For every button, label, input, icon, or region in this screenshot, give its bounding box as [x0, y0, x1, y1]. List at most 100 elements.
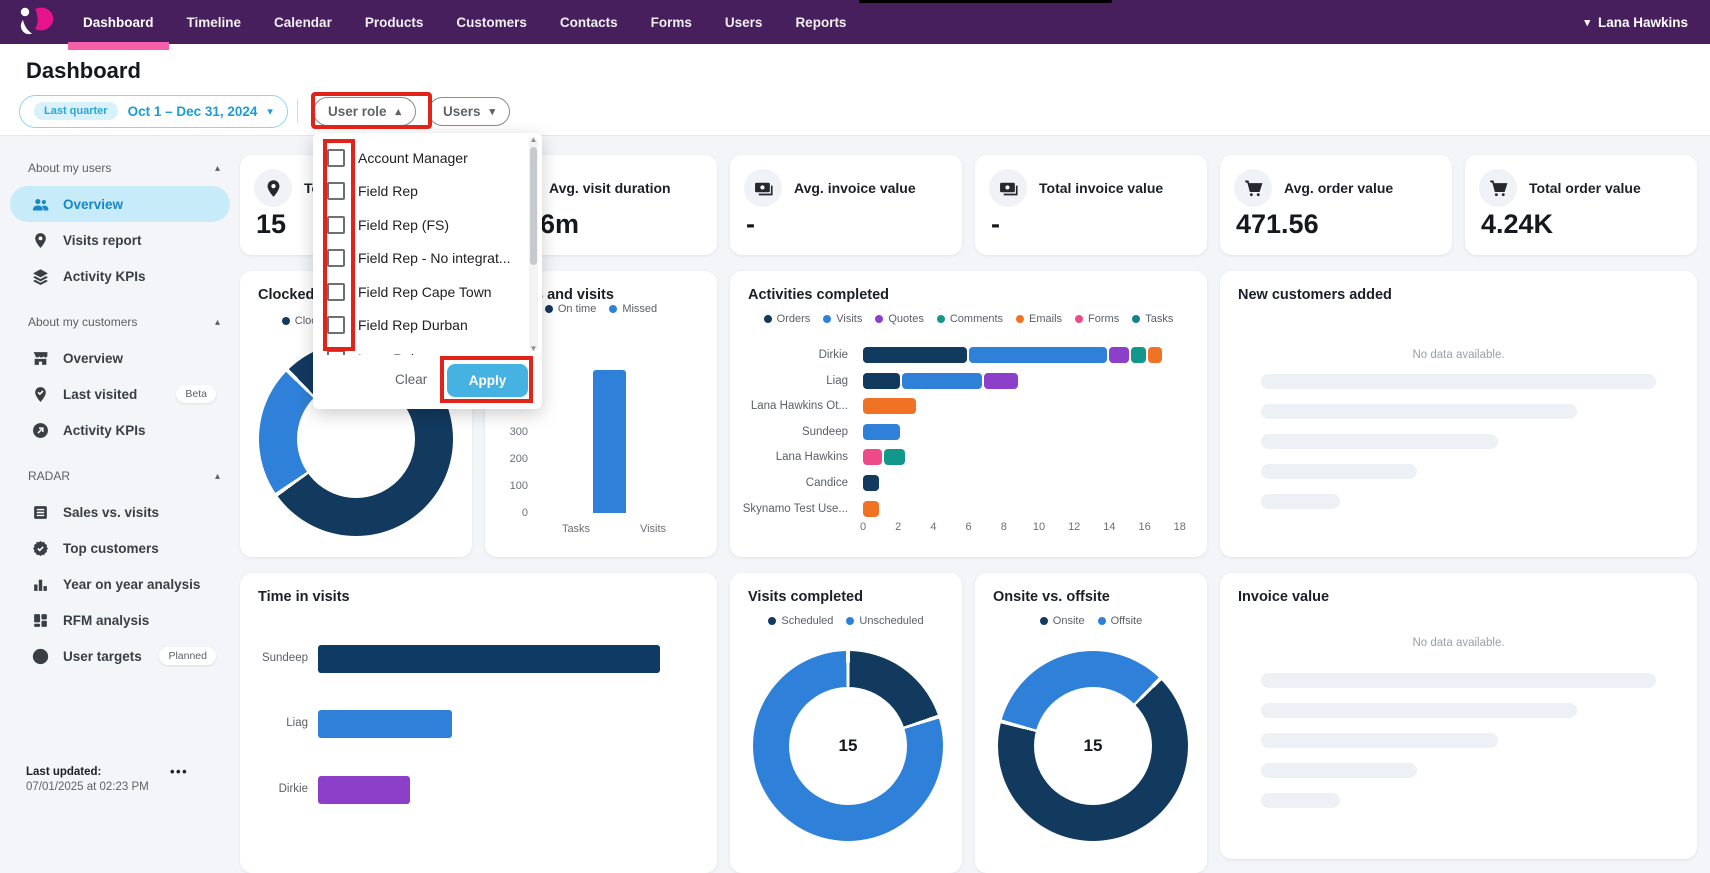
legend-label: Emails — [1029, 313, 1062, 325]
user-role-option-list: Account ManagerField Rep Field Rep (FS) Fi… — [313, 133, 542, 355]
role-option-account-manager[interactable]: Account Manager — [313, 141, 542, 175]
kpi-card-total-invoice-value: Total invoice value- — [975, 155, 1207, 255]
role-option-field-rep-fs-[interactable]: Field Rep (FS) — [313, 208, 542, 242]
chevron-down-icon: ▾ — [267, 105, 273, 118]
sidebar-item-overview[interactable]: Overview — [10, 340, 230, 376]
legend-dot-icon — [937, 315, 945, 323]
legend-dot-icon — [282, 317, 290, 325]
sidebar-item-activity-kpis[interactable]: Activity KPIs — [10, 412, 230, 448]
dropdown-footer: Clear Apply — [313, 355, 542, 409]
banknote-icon — [744, 169, 782, 207]
x-axis-tick: 0 — [853, 521, 873, 533]
page-title: Dashboard — [26, 58, 141, 84]
y-axis-tick: 100 — [496, 480, 528, 492]
sidebar-item-rfm-analysis[interactable]: RFM analysis — [10, 602, 230, 638]
row-label-lana-hawkins-ot-: Lana Hawkins Ot... — [730, 400, 848, 412]
legend-label: Onsite — [1053, 615, 1085, 627]
no-data-message: No data available. — [1220, 349, 1697, 361]
sidebar-item-year-on-year-analysis[interactable]: Year on year analysis — [10, 566, 230, 602]
role-option-label: Field Rep Durban — [358, 317, 468, 333]
sidebar-item-sales-vs-visits[interactable]: Sales vs. visits — [10, 494, 230, 530]
bar-segment-quotes — [984, 373, 1017, 389]
sidebar-item-label: Activity KPIs — [63, 423, 146, 438]
kpi-header: Total invoice value — [989, 169, 1163, 207]
x-axis-tick: 4 — [923, 521, 943, 533]
skynamo-logo-icon[interactable] — [16, 4, 60, 40]
sidebar-item-label: Activity KPIs — [63, 269, 146, 284]
card-title: Activities completed — [748, 287, 889, 303]
role-option-field-rep-no-integrat-[interactable]: Field Rep - No integrat... — [313, 242, 542, 276]
role-option-field-rep-cape-town[interactable]: Field Rep Cape Town — [313, 275, 542, 309]
checkbox[interactable] — [327, 283, 345, 301]
user-menu[interactable]: ▾ Lana Hawkins — [1584, 0, 1688, 44]
sidebar-item-activity-kpis[interactable]: Activity KPIs — [10, 258, 230, 294]
users-filter[interactable]: Users ▾ — [428, 97, 510, 126]
donut-center-value: 15 — [753, 651, 943, 841]
skeleton-bar — [1261, 464, 1417, 479]
dropdown-scrollbar[interactable]: ▲ ▼ — [529, 137, 538, 351]
collapse-section-icon[interactable]: ▴ — [215, 163, 220, 174]
bar-segment-visits — [969, 347, 1108, 363]
clear-button[interactable]: Clear — [395, 372, 427, 387]
nav-item-products[interactable]: Products — [362, 0, 427, 44]
apply-button[interactable]: Apply — [447, 364, 528, 397]
chevron-down-icon: ▾ — [490, 105, 496, 118]
scrollbar-thumb[interactable] — [530, 147, 537, 265]
scroll-up-icon[interactable]: ▲ — [529, 135, 538, 144]
nav-item-dashboard[interactable]: Dashboard — [80, 0, 157, 44]
sidebar-item-last-visited[interactable]: Last visitedBeta — [10, 376, 230, 412]
collapse-section-icon[interactable]: ▴ — [215, 317, 220, 328]
checkbox[interactable] — [327, 182, 345, 200]
nav-item-forms[interactable]: Forms — [648, 0, 695, 44]
users-icon — [30, 194, 50, 214]
row-label-liag: Liag — [730, 375, 848, 387]
date-range-filter[interactable]: Last quarter Oct 1 – Dec 31, 2024 ▾ — [19, 95, 288, 128]
legend-item-on-time: On time — [545, 303, 597, 315]
collapse-section-icon[interactable]: ▴ — [215, 471, 220, 482]
sidebar-item-overview[interactable]: Overview — [10, 186, 230, 222]
card-title: Time in visits — [258, 589, 350, 605]
user-role-filter[interactable]: User role ▴ — [313, 97, 416, 126]
sidebar-item-label: Top customers — [63, 541, 159, 556]
skeleton-bar — [1261, 733, 1498, 748]
row-label-skynamo-test-use-: Skynamo Test Use... — [730, 503, 848, 515]
nav-item-reports[interactable]: Reports — [792, 0, 849, 44]
row-label-lana-hawkins: Lana Hawkins — [730, 451, 848, 463]
role-option-label: Field Rep (FS) — [358, 217, 449, 233]
sidebar-section-header: RADAR▴ — [0, 458, 240, 494]
x-axis-label: Tasks — [546, 523, 606, 535]
sidebar-item-label: Last visited — [63, 387, 137, 402]
kpi-label: Total invoice value — [1039, 180, 1163, 196]
nav-item-customers[interactable]: Customers — [453, 0, 530, 44]
nav-item-users[interactable]: Users — [722, 0, 766, 44]
no-data-message: No data available. — [1220, 637, 1697, 649]
y-axis-tick: 0 — [496, 507, 528, 519]
pin-check-icon — [30, 384, 50, 404]
role-option-lana-role[interactable]: Lana Role — [313, 342, 542, 355]
nav-item-calendar[interactable]: Calendar — [271, 0, 335, 44]
kpi-value: 15 — [256, 209, 286, 240]
role-option-field-rep-durban[interactable]: Field Rep Durban — [313, 309, 542, 343]
legend-dot-icon — [764, 315, 772, 323]
x-axis-tick: 2 — [888, 521, 908, 533]
kpi-label: Avg. visit duration — [549, 180, 671, 196]
skeleton-bar — [1261, 793, 1340, 808]
checkbox[interactable] — [327, 249, 345, 267]
nav-item-label: Users — [725, 15, 763, 30]
sidebar-item-user-targets[interactable]: User targetsPlanned — [10, 638, 230, 674]
sidebar-item-top-customers[interactable]: Top customers — [10, 530, 230, 566]
sidebar-overflow-menu[interactable]: ••• — [170, 764, 210, 779]
nav-item-contacts[interactable]: Contacts — [557, 0, 621, 44]
checkbox[interactable] — [327, 316, 345, 334]
legend-item-missed: Missed — [609, 303, 657, 315]
checkbox[interactable] — [327, 216, 345, 234]
scroll-down-icon[interactable]: ▼ — [529, 344, 538, 353]
nav-item-label: Timeline — [187, 15, 242, 30]
sidebar-item-visits-report[interactable]: Visits report — [10, 222, 230, 258]
checkbox[interactable] — [327, 149, 345, 167]
legend-label: Scheduled — [781, 615, 833, 627]
card-activities-completed: Activities completedOrdersVisitsQuotesCo… — [730, 271, 1207, 557]
role-option-field-rep[interactable]: Field Rep — [313, 175, 542, 209]
nav-item-timeline[interactable]: Timeline — [184, 0, 245, 44]
nav-item-label: Products — [365, 15, 424, 30]
